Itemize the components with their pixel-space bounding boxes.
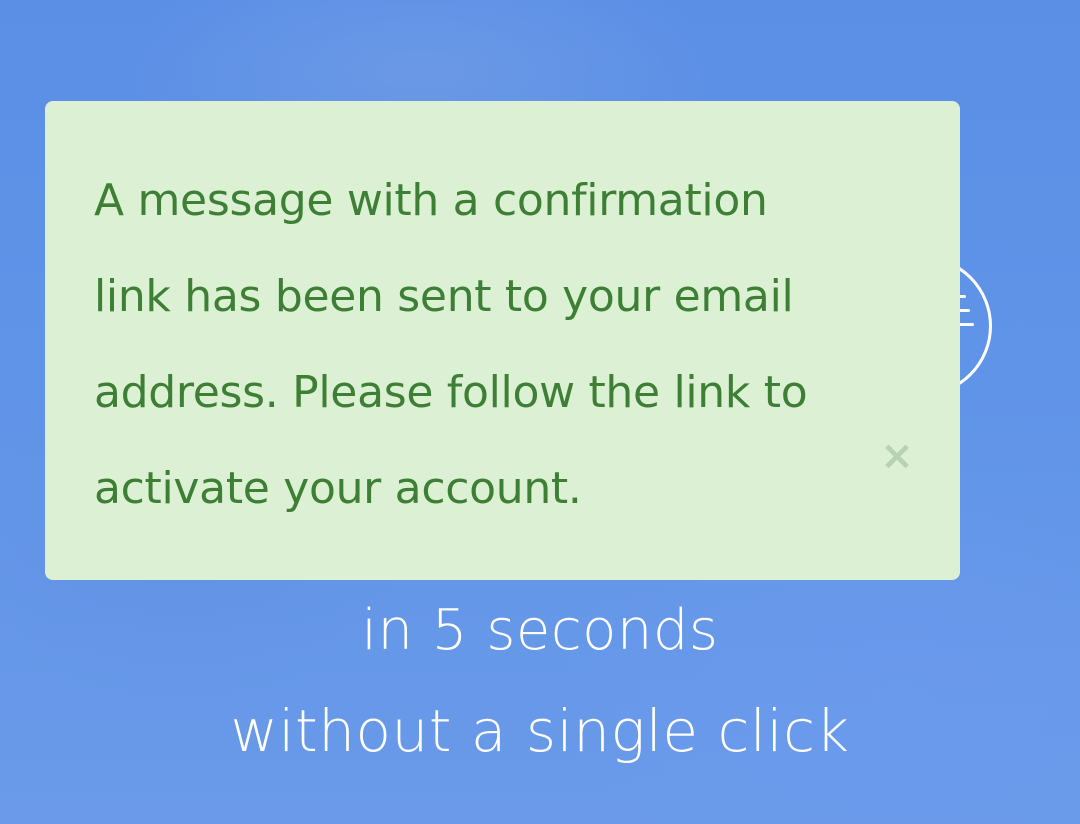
confirmation-alert: A message with a confirmation link has b… bbox=[45, 101, 960, 580]
alert-message: A message with a confirmation link has b… bbox=[94, 175, 808, 514]
hero-subtitle-line-2: without a single click bbox=[230, 697, 850, 765]
hero-subtitle-line-1: in 5 seconds bbox=[361, 598, 719, 663]
close-icon[interactable]: × bbox=[877, 436, 917, 476]
